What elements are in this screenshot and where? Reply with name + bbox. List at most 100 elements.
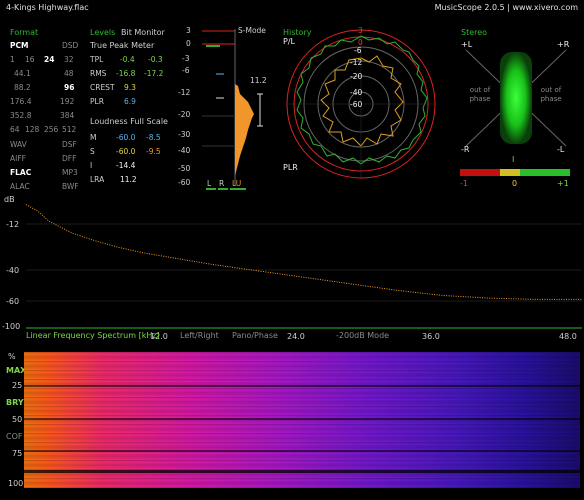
plr-value: 6.9: [124, 97, 136, 106]
crest-value: 9.3: [124, 83, 136, 92]
meter-scale-m12: -12: [178, 88, 191, 97]
rms-right: -17.2: [144, 69, 164, 78]
peak-value: 11.2: [250, 76, 267, 85]
dsd-512[interactable]: 512: [62, 125, 76, 134]
dsd-label[interactable]: DSD: [62, 41, 78, 50]
meter-scale-m6: -6: [182, 66, 190, 75]
format-header: Format: [10, 28, 39, 37]
correlation-marker: I: [512, 155, 515, 164]
history-ring-m60: -60: [350, 100, 363, 109]
tpl-label: TPL: [90, 55, 104, 64]
crest-label: CREST: [90, 83, 115, 92]
spectrogram-y-label-cof: COF: [6, 432, 23, 441]
meter-scale-m60: -60: [178, 178, 191, 187]
meter-scale-m30: -30: [178, 130, 191, 139]
history-ring-m20: -20: [350, 72, 363, 81]
mode-pano-phase-button[interactable]: Pano/Phase: [232, 331, 278, 340]
spectrogram-view: [24, 352, 580, 488]
fmt-bwf[interactable]: BWF: [62, 182, 79, 191]
meter-scale-m50: -50: [178, 164, 191, 173]
rate-88[interactable]: 88.2: [14, 83, 31, 92]
bit-1[interactable]: 1: [10, 55, 15, 64]
history-ring-m40: -40: [350, 88, 363, 97]
bit-24[interactable]: 24: [44, 55, 54, 64]
lufs-m-label: M: [90, 133, 97, 142]
rms-label: RMS: [90, 69, 107, 78]
meter-graphics: [202, 29, 263, 190]
rate-384[interactable]: 384: [60, 111, 74, 120]
lufs-s-a: -60.0: [116, 147, 136, 156]
spectrum-db-label: dB: [4, 195, 15, 204]
lufs-s-label: S: [90, 147, 95, 156]
meter-scale-m3: -3: [182, 54, 190, 63]
meter-btn-l[interactable]: L: [207, 179, 211, 188]
spectrum-y-tick-40: -40: [6, 266, 20, 275]
spectrum-x-tick-36: 36.0: [422, 332, 440, 341]
spectrum-y-tick-60: -60: [6, 297, 20, 306]
lufs-i-label: I: [90, 161, 93, 170]
meter-scale-m20: -20: [178, 110, 191, 119]
rms-left: -16.8: [116, 69, 136, 78]
rate-96[interactable]: 96: [64, 83, 74, 92]
rate-44[interactable]: 44.1: [14, 69, 31, 78]
file-title: 4-Kings Highway.flac: [6, 3, 89, 12]
bit-monitor-button[interactable]: Bit Monitor: [121, 28, 165, 37]
spectrum-y-tick-100: -100: [2, 322, 21, 331]
plr-label: PLR: [90, 97, 104, 106]
rate-192[interactable]: 192: [60, 97, 74, 106]
dsd-256[interactable]: 256: [44, 125, 58, 134]
spectrogram-y-label-75: 75: [12, 449, 23, 458]
fmt-alac[interactable]: ALAC: [10, 182, 30, 191]
corr-scale-neg: -1: [460, 179, 468, 188]
meter-btn-lu[interactable]: LU: [232, 179, 241, 188]
bit-16[interactable]: 16: [25, 55, 35, 64]
fmt-aiff[interactable]: AIFF: [10, 154, 26, 163]
spectrum-x-tick-48: 48.0: [559, 332, 577, 341]
peak-meter-panel: 3 0 -3 -6 -12 -20 -30 -40 -50 -60 S-Mode…: [178, 26, 278, 191]
fmt-dff[interactable]: DFF: [62, 154, 76, 163]
s-mode-button[interactable]: S-Mode: [238, 26, 266, 35]
lufs-m-a: -60.0: [116, 133, 136, 142]
fmt-flac[interactable]: FLAC: [10, 168, 31, 177]
corr-scale-zero: 0: [512, 179, 518, 188]
tpl-right: -0.3: [148, 55, 163, 64]
pcm-label[interactable]: PCM: [10, 41, 28, 50]
fmt-wav[interactable]: WAV: [10, 140, 27, 149]
meter-scale-0: 0: [186, 39, 191, 48]
spectrum-y-tick-12: -12: [6, 220, 20, 229]
mode-200db-button[interactable]: -200dB Mode: [336, 331, 389, 340]
spectrogram-y-label-bry: BRY: [6, 398, 24, 407]
true-peak-header: True Peak Meter: [90, 41, 155, 50]
mode-left-right-button[interactable]: Left/Right: [180, 331, 219, 340]
spectrogram-y-label-25: 25: [12, 381, 23, 390]
lufs-i-value: -14.4: [116, 161, 136, 170]
lra-label: LRA: [90, 175, 105, 184]
corr-scale-pos: +1: [557, 179, 569, 188]
rate-352[interactable]: 352.8: [10, 111, 31, 120]
rate-48[interactable]: 48: [64, 69, 74, 78]
fmt-dsf[interactable]: DSF: [62, 140, 77, 149]
spectrogram-y-label-50: 50: [12, 415, 23, 424]
spectrogram-y-label-100: 100: [8, 479, 24, 488]
meter-btn-r[interactable]: R: [219, 179, 224, 188]
lufs-m-b: -8.5: [146, 133, 161, 142]
lufs-s-b: -9.5: [146, 147, 161, 156]
rate-176[interactable]: 176.4: [10, 97, 31, 106]
bit-32[interactable]: 32: [64, 55, 74, 64]
history-radar: [286, 29, 436, 179]
out-of-phase-left: out of phase: [469, 86, 491, 103]
app-brand: MusicScope 2.0.5 | www.xivero.com: [434, 3, 578, 12]
meter-scale-3: 3: [186, 26, 191, 35]
spectrum-chart: [26, 198, 582, 329]
loudness-header: Loudness Full Scale: [90, 117, 168, 126]
fmt-mp3[interactable]: MP3: [62, 168, 78, 177]
spectrum-title-button[interactable]: Linear Frequency Spectrum [kHz]: [26, 331, 160, 340]
correlation-bar: [460, 169, 570, 176]
history-ring-m12: -12: [350, 58, 363, 67]
dsd-64[interactable]: 64: [10, 125, 20, 134]
spectrogram-y-label-pct: %: [8, 352, 16, 361]
lra-value: 11.2: [120, 175, 137, 184]
tpl-left: -0.4: [120, 55, 135, 64]
dsd-128[interactable]: 128: [25, 125, 39, 134]
history-ring-m6: -6: [354, 46, 362, 55]
